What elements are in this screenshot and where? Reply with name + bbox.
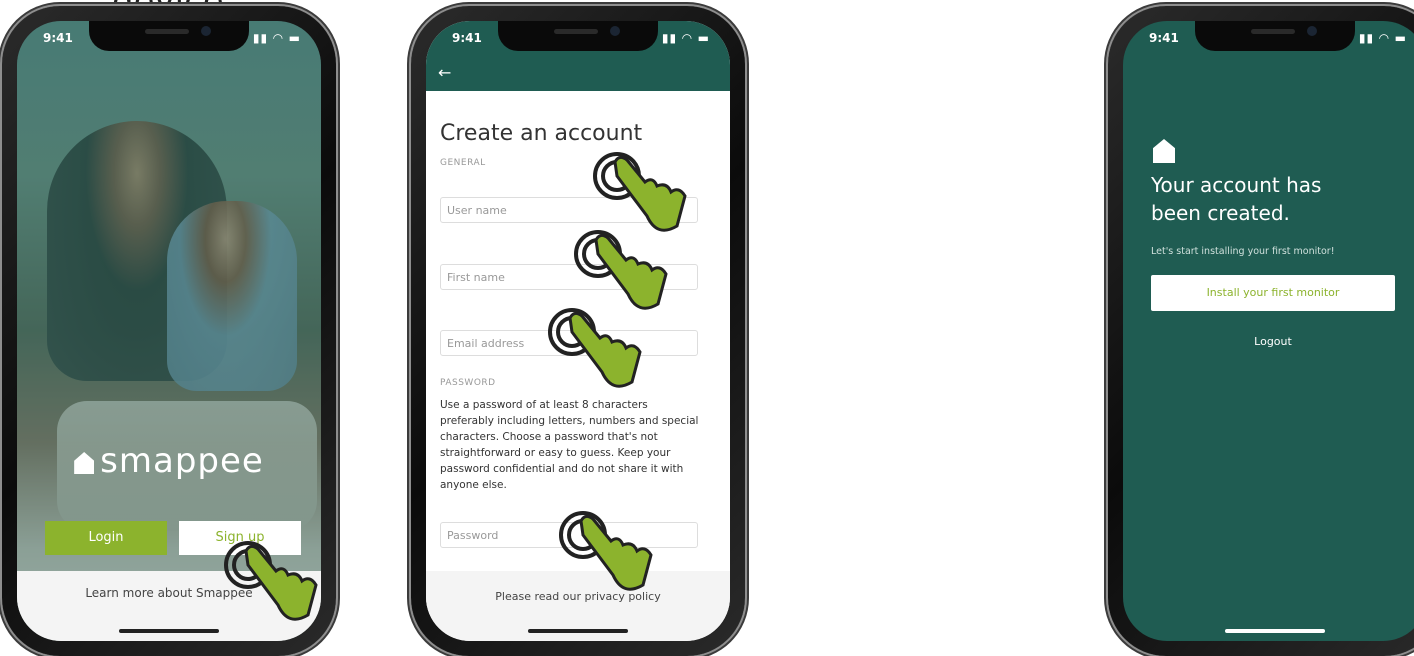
signal-wifi-battery-icon: ▮▮ ◠ ▬ [661, 31, 710, 45]
home-indicator [528, 629, 628, 633]
page-title: Create an account [440, 121, 643, 146]
login-button[interactable]: Login [45, 521, 167, 555]
house-icon [74, 452, 95, 474]
success-title-line1: Your account has [1151, 173, 1322, 197]
smappee-logo: smappee [17, 441, 321, 481]
install-monitor-button[interactable]: Install your first monitor [1151, 275, 1395, 311]
house-check-icon [1153, 139, 1175, 163]
status-time: 9:41 [1149, 31, 1179, 45]
status-bar: 9:41 ▮▮ ◠ ▬ [17, 29, 321, 49]
section-password: PASSWORD [440, 378, 496, 388]
success-subtitle: Let's start installing your first monito… [1151, 246, 1335, 257]
status-bar: 9:41 ▮▮ ◠ ▬ [426, 29, 730, 49]
account-created-screen: 9:41 ▮▮ ◠ ▬ Your account has been create… [1123, 21, 1414, 641]
home-indicator [1225, 629, 1325, 633]
success-title: Your account has been created. [1151, 171, 1391, 227]
success-title-line2: been created. [1151, 201, 1290, 225]
tap-hand-icon [548, 308, 642, 388]
status-time: 9:41 [43, 31, 73, 45]
logo-text: smappee [100, 441, 264, 481]
back-arrow-icon[interactable]: ← [438, 63, 451, 82]
status-bar: 9:41 ▮▮ ◠ ▬ [1123, 29, 1414, 49]
section-general: GENERAL [440, 158, 486, 168]
logout-button[interactable]: Logout [1151, 335, 1395, 348]
tap-hand-icon [224, 541, 318, 621]
status-time: 9:41 [452, 31, 482, 45]
home-indicator [119, 629, 219, 633]
tap-hand-icon [559, 511, 653, 591]
phone-account-created: 9:41 ▮▮ ◠ ▬ Your account has been create… [1108, 6, 1414, 656]
signal-wifi-battery-icon: ▮▮ ◠ ▬ [1358, 31, 1407, 45]
signal-wifi-battery-icon: ▮▮ ◠ ▬ [252, 31, 301, 45]
password-help-text: Use a password of at least 8 characters … [440, 399, 699, 491]
